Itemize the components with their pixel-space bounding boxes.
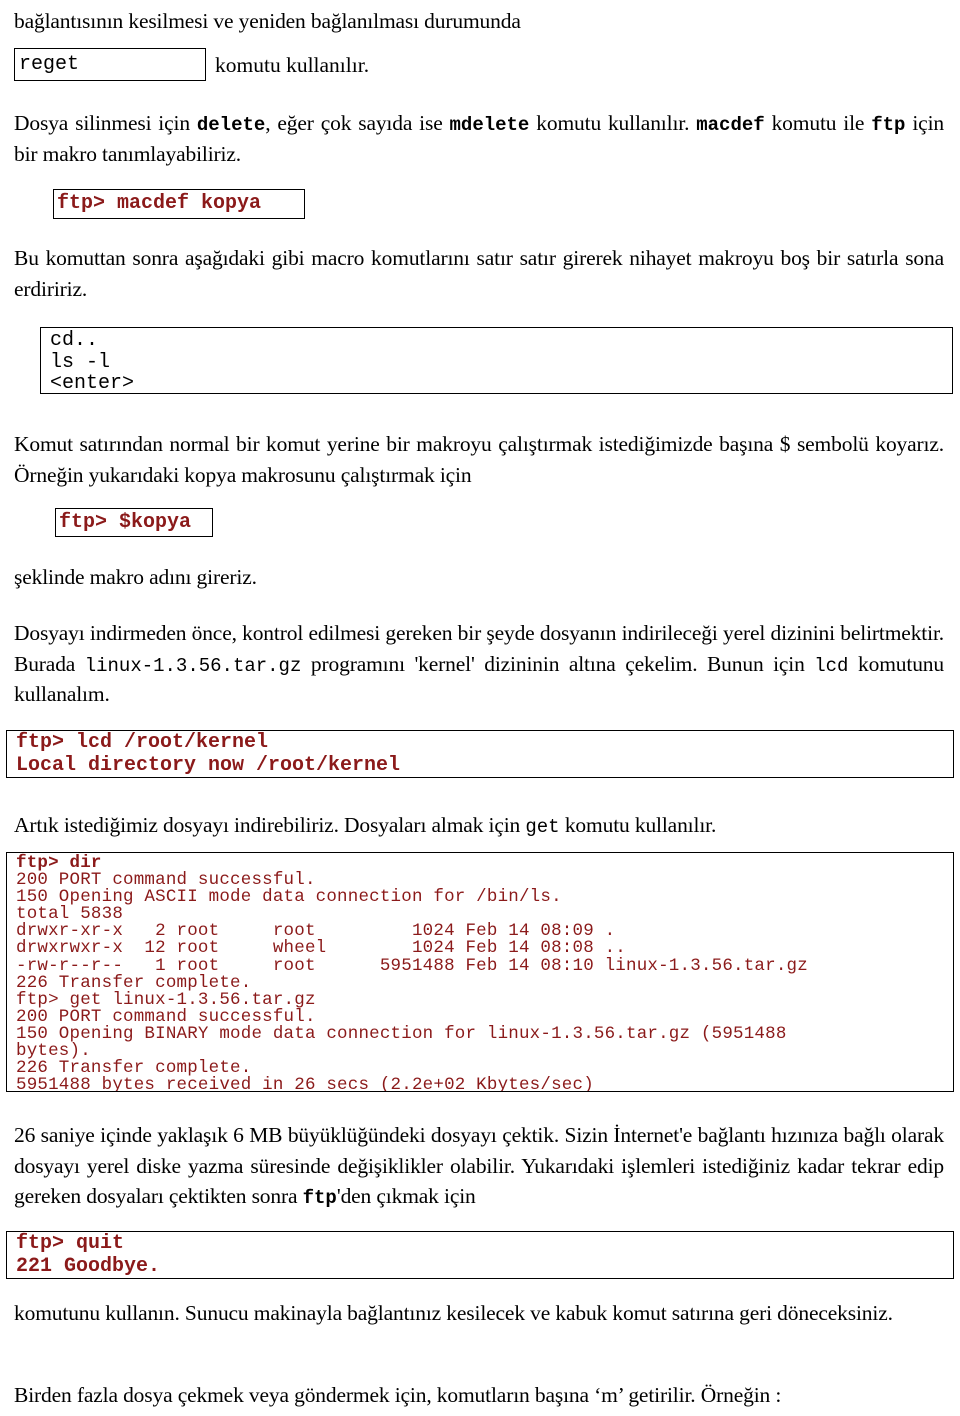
text-run: Dosya silinmesi için [14, 111, 197, 135]
paragraph-delete: Dosya silinmesi için delete, eğer çok sa… [14, 108, 944, 169]
text-run: komutu kullanılır. [559, 813, 717, 837]
code-line: 5951488 bytes received in 26 secs (2.2e+… [16, 1075, 594, 1092]
paragraph-seklinde: şeklinde makro adını gireriz. [14, 565, 257, 589]
inline-code-macdef: macdef [696, 114, 765, 136]
text-run: Artık istediğimiz dosyayı indirebiliriz.… [14, 813, 526, 837]
code-line: ftp> macdef kopya [57, 192, 262, 215]
code-line: drwxrwxr-x 12 root wheel 1024 Feb 14 08:… [16, 938, 626, 959]
code-line: ls -l [50, 350, 111, 374]
paragraph-26-saniye: 26 saniye içinde yaklaşık 6 MB büyüklüğü… [14, 1120, 944, 1212]
code-box-quit-session: ftp> quit 221 Goodbye. [6, 1231, 954, 1279]
code-line: ftp> lcd /root/kernel [16, 731, 269, 754]
code-line: <enter> [50, 372, 135, 394]
text-run: 'den çıkmak için [336, 1184, 476, 1209]
text-run: 26 saniye içinde yaklaşık 6 MB büyüklüğü… [14, 1123, 944, 1209]
code-box-macro-body: cd.. ls -l <enter> [40, 327, 953, 394]
text-run: komutu kullanılır. [529, 111, 697, 135]
paragraph-intro: bağlantısının kesilmesi ve yeniden bağla… [14, 9, 521, 33]
paragraph-komutunu: komutunu kullanın. Sunucu makinayla bağl… [14, 1301, 893, 1325]
code-line: 150 Opening BINARY mode data connection … [16, 1023, 787, 1044]
document-page: bağlantısının kesilmesi ve yeniden bağla… [0, 0, 960, 1416]
code-box-macdef-command: ftp> macdef kopya [53, 189, 305, 219]
paragraph-artik: Artık istediğimiz dosyayı indirebiliriz.… [14, 810, 944, 841]
inline-code-delete: delete [196, 114, 266, 136]
code-box-ftp-transcript: ftp> dir 200 PORT command successful. 150 … [6, 852, 954, 1092]
reget-trailing-text: komutu kullanılır. [215, 53, 370, 77]
code-box-reget: reget [14, 48, 206, 81]
code-line: cd.. [50, 329, 99, 352]
code-line: Local directory now /root/kernel [16, 753, 401, 777]
code-line: 150 Opening ASCII mode data connection f… [16, 887, 562, 908]
text-run: , eğer çok sayıda ise [265, 111, 450, 135]
text-run: komutu ile [764, 111, 872, 135]
inline-code-filename: linux-1.3.56.tar.gz [84, 654, 302, 677]
paragraph-lcd-explanation: Dosyayı indirmeden önce, kontrol edilmes… [14, 618, 944, 710]
text-run: programını 'kernel' dizininin altına çek… [301, 651, 815, 676]
code-line: ftp> $kopya [59, 511, 192, 534]
inline-code-ftp: ftp [871, 114, 906, 136]
inline-code-lcd: lcd [814, 654, 849, 677]
code-line: 221 Goodbye. [16, 1254, 161, 1278]
inline-code-mdelete: mdelete [449, 114, 530, 136]
code-line: ftp> quit [16, 1232, 125, 1255]
code-box-lcd-session: ftp> lcd /root/kernel Local directory now… [6, 730, 954, 778]
paragraph-macro-explanation: Bu komuttan sonra aşağıdaki gibi macro k… [14, 246, 944, 301]
inline-code-ftp-exit: ftp [302, 1187, 337, 1210]
code-line: reget [19, 53, 80, 76]
paragraph-macro-invoke: Komut satırından normal bir komut yerine… [14, 432, 944, 487]
inline-code-get: get [525, 816, 560, 838]
code-box-kopya-command: ftp> $kopya [55, 508, 213, 537]
paragraph-birden: Birden fazla dosya çekmek veya göndermek… [14, 1383, 782, 1407]
